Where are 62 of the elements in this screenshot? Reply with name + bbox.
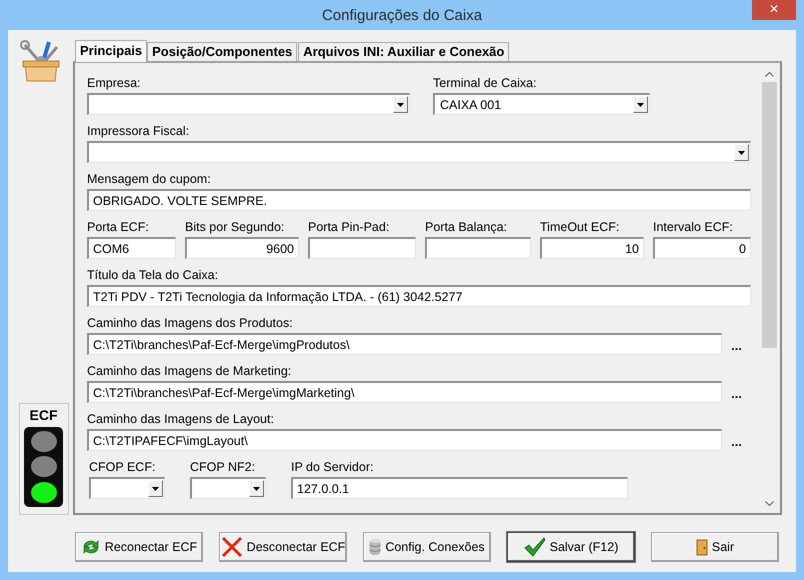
- input-field[interactable]: 10: [540, 237, 644, 259]
- field-label: Título da Tela do Caixa:: [87, 268, 220, 283]
- input-field[interactable]: 0: [653, 237, 751, 259]
- dialog-button[interactable]: Desconectar ECF: [219, 532, 347, 562]
- input-field[interactable]: C:\T2Ti\branches\Paf-Ecf-Merge\imgMarketing\: [87, 381, 722, 403]
- field-label: Bits por Segundo:: [185, 220, 286, 235]
- field-label: Intervalo ECF:: [653, 220, 734, 235]
- field-label: Caminho das Imagens de Layout:: [87, 412, 275, 427]
- scroll-up-icon[interactable]: [765, 72, 774, 77]
- field-label: TimeOut ECF:: [540, 220, 620, 235]
- database-icon: [369, 538, 382, 556]
- browse-button[interactable]: ...: [722, 383, 751, 401]
- dialog-button[interactable]: Sair: [651, 532, 779, 562]
- field-label: Porta Pin-Pad:: [308, 220, 390, 235]
- input-field[interactable]: [308, 237, 416, 259]
- dialog-button[interactable]: Reconectar ECF: [75, 532, 203, 562]
- input-field[interactable]: 127.0.0.1: [291, 477, 628, 499]
- scroll-down-icon[interactable]: [765, 501, 774, 506]
- dropdown-arrow-icon: [397, 102, 404, 106]
- input-field[interactable]: 9600: [185, 237, 299, 259]
- input-field[interactable]: OBRIGADO. VOLTE SEMPRE.: [87, 189, 751, 211]
- close-button[interactable]: ×: [752, 0, 796, 20]
- dropdown-field[interactable]: [89, 477, 165, 499]
- field-label: CFOP NF2:: [190, 460, 256, 475]
- window-title: Configurações do Caixa: [322, 6, 482, 24]
- status-label: ECF: [30, 407, 58, 423]
- tab[interactable]: Principais: [75, 40, 148, 62]
- refresh-icon: [80, 538, 101, 556]
- input-field[interactable]: T2Ti PDV - T2Ti Tecnologia da Informação LTDA. - (61) 3042.5277: [87, 285, 751, 307]
- toolbox-icon: [18, 39, 62, 83]
- dropdown-field[interactable]: [190, 477, 266, 499]
- browse-button[interactable]: ...: [722, 431, 751, 449]
- tab[interactable]: Posição/Componentes: [147, 42, 298, 61]
- input-field[interactable]: [425, 237, 531, 259]
- input-field[interactable]: COM6: [87, 237, 176, 259]
- dialog-button[interactable]: Salvar (F12): [507, 532, 635, 562]
- dropdown-field[interactable]: [87, 93, 410, 115]
- scroll-thumb[interactable]: [762, 82, 777, 348]
- door-icon: [696, 538, 708, 556]
- field-label: Porta Balança:: [425, 220, 508, 235]
- field-label: Mensagem do cupom:: [87, 172, 212, 187]
- field-label: Caminho das Imagens de Marketing:: [87, 364, 292, 379]
- input-field[interactable]: C:\T2TIPAFECF\imgLayout\: [87, 429, 722, 451]
- dropdown-arrow-icon: [637, 102, 644, 106]
- input-field[interactable]: C:\T2Ti\branches\Paf-Ecf-Merge\imgProdutos\: [87, 333, 722, 355]
- field-label: Caminho das Imagens dos Produtos:: [87, 316, 294, 331]
- dropdown-arrow-icon: [152, 486, 159, 490]
- field-label: Impressora Fiscal:: [87, 124, 190, 139]
- cross-icon: [220, 537, 243, 557]
- field-label: CFOP ECF:: [89, 460, 156, 475]
- dropdown-field[interactable]: [87, 141, 751, 163]
- dropdown-arrow-icon: [738, 150, 745, 154]
- dropdown-field[interactable]: CAIXA 001: [433, 93, 650, 115]
- field-label: IP do Servidor:: [291, 460, 374, 475]
- tab[interactable]: Arquivos INI: Auxiliar e Conexão: [298, 42, 510, 61]
- dialog-button[interactable]: Config. Conexões: [363, 532, 491, 562]
- field-label: Empresa:: [87, 76, 142, 91]
- dropdown-arrow-icon: [253, 486, 260, 490]
- checkmark-icon: [524, 537, 546, 557]
- field-label: Terminal de Caixa:: [433, 76, 538, 91]
- field-label: Porta ECF:: [87, 220, 150, 235]
- browse-button[interactable]: ...: [722, 335, 751, 353]
